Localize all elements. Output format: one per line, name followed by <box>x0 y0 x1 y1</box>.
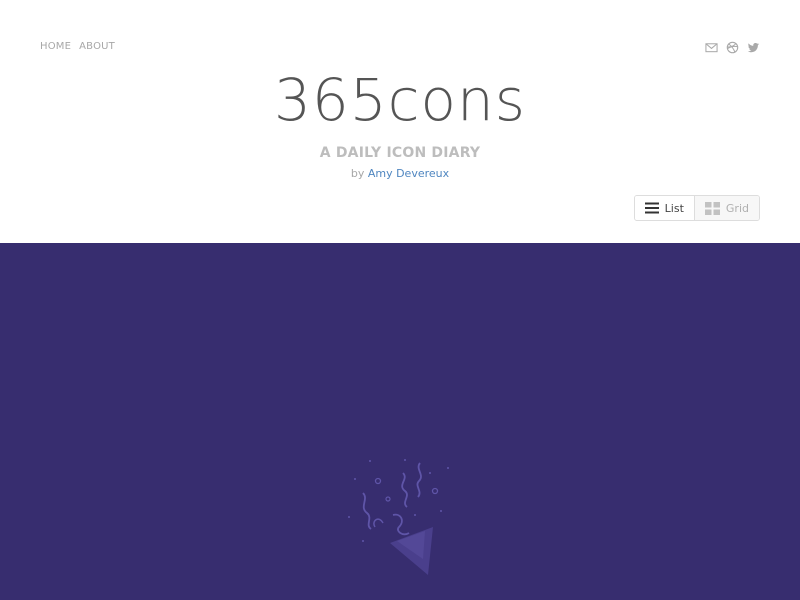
author-link[interactable]: Amy Devereux <box>368 167 449 180</box>
byline-prefix: by <box>350 167 365 180</box>
site-tagline: A DAILY ICON DIARY <box>319 145 481 161</box>
nav-about-link[interactable]: ABOUT <box>79 41 115 52</box>
list-view-button[interactable]: List <box>634 196 695 220</box>
mail-icon[interactable] <box>705 41 718 54</box>
list-icon <box>644 202 659 214</box>
nav-home-link[interactable]: HOME <box>40 41 71 52</box>
byline: by Amy Devereux <box>0 167 800 180</box>
hero-banner <box>0 243 800 600</box>
site-header: HOME ABOUT 365cons A DAILY ICON DIARY by… <box>0 0 800 243</box>
dribbble-icon[interactable] <box>726 41 739 54</box>
party-popper-icon <box>345 455 455 580</box>
twitter-icon[interactable] <box>747 41 760 54</box>
grid-view-button[interactable]: Grid <box>694 196 759 220</box>
list-view-label: List <box>664 201 684 215</box>
grid-icon <box>704 201 720 215</box>
site-title[interactable]: 365cons <box>0 60 800 140</box>
view-toggle: List Grid <box>633 195 760 221</box>
page: HOME ABOUT 365cons A DAILY ICON DIARY by… <box>0 0 800 600</box>
social-links <box>705 41 760 54</box>
grid-view-label: Grid <box>725 201 749 215</box>
top-nav: HOME ABOUT <box>40 41 115 52</box>
